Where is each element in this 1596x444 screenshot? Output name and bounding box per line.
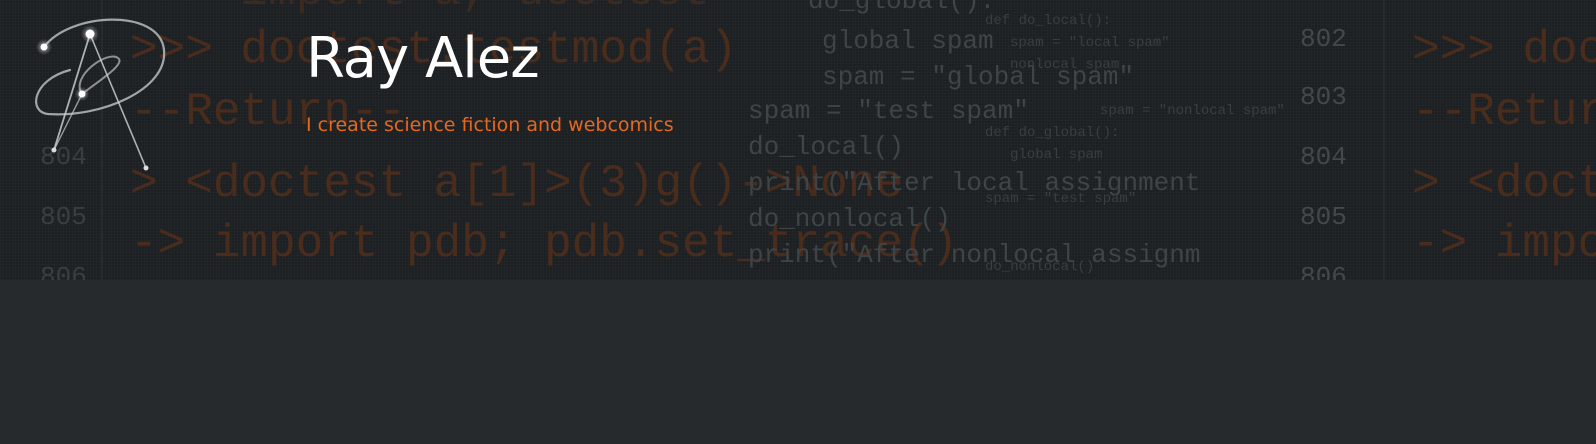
bg-line-number: 805 (1300, 202, 1347, 232)
bg-code-line: do_global(): (808, 0, 995, 16)
bg-code-line: > <doctest a[1]>(3)g()->None (1412, 158, 1596, 210)
bg-code-line: do_local() (748, 132, 904, 162)
bg-code-line: global spam (1010, 147, 1102, 163)
bg-line-number: 803 (1300, 82, 1347, 112)
bg-code-line: -> import pdb; pdb.set_trace() (1412, 218, 1596, 270)
site-header: >>> import a, doctest >>> doctest.testmo… (0, 0, 1596, 280)
bg-line-number: 806 (1300, 262, 1347, 280)
constellation-r-logo-icon[interactable] (30, 10, 180, 180)
page: >>> import a, doctest >>> doctest.testmo… (0, 0, 1596, 444)
bg-code-line: do_nonlocal() (985, 259, 1094, 275)
bg-code-line: spam = "test spam" (748, 96, 1029, 126)
site-title[interactable]: Ray Alez (306, 28, 540, 90)
bg-line-number: 802 (1300, 24, 1347, 54)
background-code-texture: >>> import a, doctest >>> doctest.testmo… (40, 0, 1596, 280)
bg-code-line: --Return-- (1412, 86, 1596, 138)
bg-line-number: 805 (40, 202, 87, 232)
bg-code-line: def do_global(): (985, 125, 1119, 141)
bg-code-line: >>> doctest.testmod(a) (1412, 24, 1596, 76)
bg-code-line: nonlocal spam (1010, 57, 1119, 73)
main-content-area (0, 280, 1596, 444)
bg-code-line: do_nonlocal() (748, 204, 951, 234)
bg-code-line: spam = "local spam" (1010, 35, 1170, 51)
bg-code-line: print("After nonlocal assignm (748, 240, 1200, 270)
bg-line-number: 806 (40, 262, 87, 280)
bg-code-line: global spam (822, 26, 994, 56)
bg-code-line: def do_local(): (985, 13, 1111, 29)
bg-line-number: 804 (1300, 142, 1347, 172)
bg-code-line: >>> import a, doctest (130, 0, 710, 18)
site-tagline: I create science fiction and webcomics (306, 114, 674, 136)
bg-code-line: spam = "nonlocal spam" (1100, 103, 1285, 119)
bg-code-line: spam = "test spam" (985, 191, 1136, 207)
